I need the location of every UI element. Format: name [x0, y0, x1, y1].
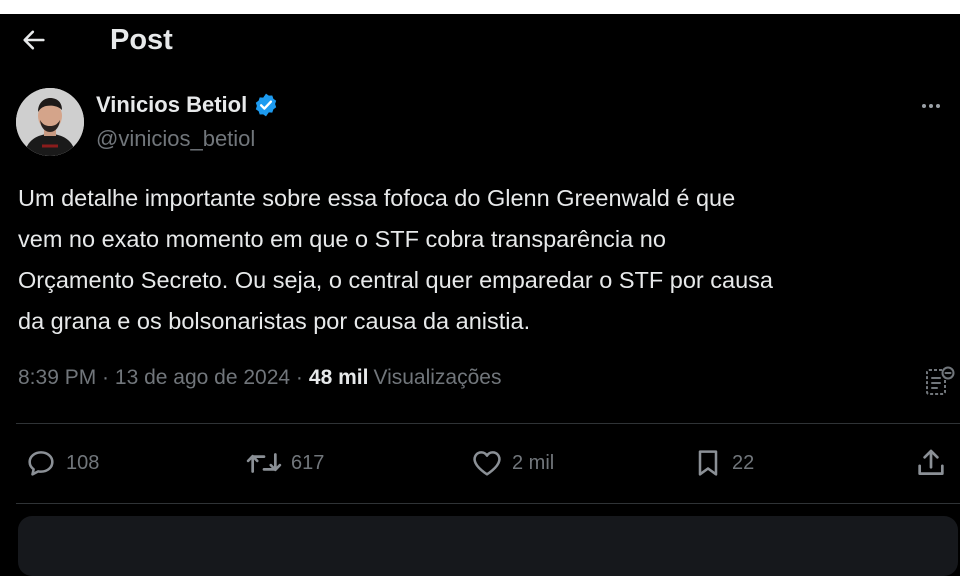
reply-count: 108: [66, 451, 100, 474]
like-count: 2 mil: [512, 451, 555, 474]
reply-icon: [28, 451, 54, 476]
verified-badge-icon: [256, 93, 277, 117]
page-title: Post: [110, 24, 173, 56]
share-icon: [918, 449, 944, 475]
post-author: Vinicios Betiol @vinicios_betiol: [16, 86, 946, 156]
page-header: Post: [0, 14, 960, 64]
repost-icon: [246, 453, 282, 473]
window-top-strip: [0, 0, 960, 14]
bookmark-count: 22: [732, 451, 755, 474]
repost-count: 617: [291, 451, 325, 474]
views-label: Visualizações: [373, 366, 502, 389]
more-dots-icon: [922, 104, 926, 108]
bookmark-button[interactable]: 22: [692, 446, 754, 480]
back-button[interactable]: [16, 22, 52, 58]
share-button[interactable]: [914, 446, 948, 480]
reply-button[interactable]: 108: [24, 446, 99, 480]
divider: [16, 503, 960, 504]
post-actions-bar: 108 617 2 mil 22: [0, 440, 960, 490]
meta-separator: ·: [290, 366, 303, 389]
author-name[interactable]: Vinicios Betiol: [96, 92, 247, 118]
author-handle[interactable]: @vinicios_betiol: [96, 126, 255, 152]
more-options-button[interactable]: [916, 94, 946, 118]
bookmark-icon: [698, 450, 718, 476]
post-text: Um detalhe importante sobre essa fofoca …: [18, 185, 773, 334]
author-name-row: Vinicios Betiol: [96, 92, 279, 118]
avatar[interactable]: [16, 88, 84, 156]
post-time[interactable]: 8:39 PM: [18, 366, 96, 390]
like-button[interactable]: 2 mil: [470, 446, 554, 480]
reply-composer[interactable]: [18, 516, 958, 576]
post-metadata: 8:39 PM · 13 de ago de 2024 · 48 mil Vis…: [18, 366, 501, 390]
repost-button[interactable]: 617: [245, 446, 324, 480]
divider: [16, 423, 960, 424]
meta-separator: ·: [96, 366, 115, 389]
arrow-left-icon: [23, 30, 45, 50]
post-date[interactable]: 13 de ago de 2024: [115, 366, 290, 390]
heart-icon: [473, 451, 501, 476]
analytics-icon: [926, 366, 955, 395]
views-count: 48 mil: [308, 366, 369, 389]
analytics-button[interactable]: [924, 364, 956, 398]
